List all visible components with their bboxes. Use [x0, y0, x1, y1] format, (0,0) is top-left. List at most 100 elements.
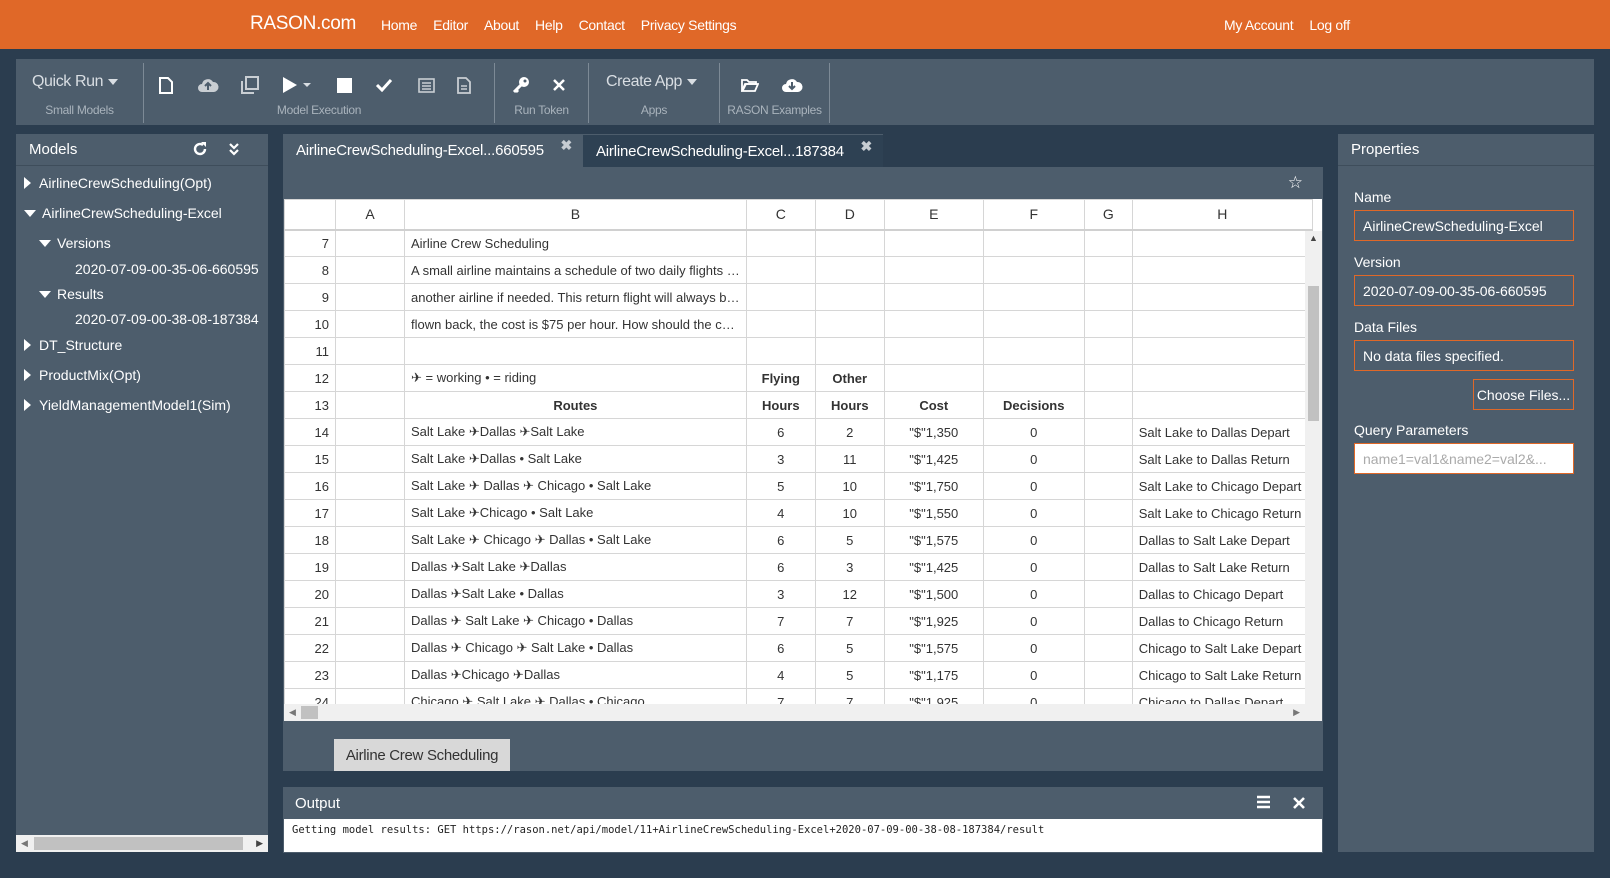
- data-files-field[interactable]: No data files specified.: [1354, 340, 1574, 371]
- cell-f[interactable]: 0: [982, 553, 1085, 581]
- close-icon[interactable]: [1293, 796, 1305, 814]
- cell-b[interactable]: A small airline maintains a schedule of …: [404, 256, 747, 284]
- column-header-c[interactable]: C: [745, 199, 816, 231]
- brand-logo[interactable]: RASON.com: [250, 13, 356, 35]
- spreadsheet-grid[interactable]: A B C D E F G H 7 Airline Crew Scheduling…: [284, 199, 1322, 721]
- cloud-upload-icon[interactable]: [196, 74, 220, 96]
- cell-a[interactable]: [335, 418, 405, 446]
- cell-d[interactable]: 3: [814, 553, 885, 581]
- column-header-f[interactable]: F: [982, 199, 1085, 231]
- list-icon[interactable]: [414, 74, 438, 96]
- cell-f[interactable]: [982, 337, 1085, 365]
- cell-h[interactable]: Salt Lake to Dallas Depart: [1131, 418, 1313, 446]
- cell-d[interactable]: 2: [814, 418, 885, 446]
- cell-g[interactable]: [1083, 634, 1133, 662]
- cell-c[interactable]: 4: [745, 499, 816, 527]
- cell-h[interactable]: Dallas to Chicago Depart: [1131, 580, 1313, 608]
- cell-a[interactable]: [335, 607, 405, 635]
- cell-e[interactable]: [883, 229, 984, 257]
- cell-h[interactable]: Chicago to Salt Lake Return: [1131, 661, 1313, 689]
- row-number[interactable]: 7: [284, 229, 336, 257]
- cell-g[interactable]: [1083, 580, 1133, 608]
- tree-item-result[interactable]: 2020-07-09-00-38-08-187384: [16, 308, 268, 330]
- cell-e[interactable]: "$"1,750: [883, 472, 984, 500]
- cell-f[interactable]: 0: [982, 499, 1085, 527]
- cell-d[interactable]: 12: [814, 580, 885, 608]
- cell-e[interactable]: [883, 337, 984, 365]
- cell-f[interactable]: [982, 283, 1085, 311]
- row-number[interactable]: 16: [284, 472, 336, 500]
- scroll-right-icon[interactable]: ▶: [256, 838, 263, 849]
- stop-icon[interactable]: [332, 74, 356, 96]
- cell-g[interactable]: [1083, 499, 1133, 527]
- cell-h[interactable]: [1131, 256, 1313, 284]
- cell-d[interactable]: [814, 256, 885, 284]
- name-field[interactable]: AirlineCrewScheduling-Excel: [1354, 210, 1574, 241]
- cell-e[interactable]: [883, 364, 984, 392]
- scroll-thumb[interactable]: [1308, 286, 1319, 421]
- cell-b[interactable]: [404, 337, 747, 365]
- cell-c[interactable]: [745, 256, 816, 284]
- cell-c[interactable]: [745, 310, 816, 338]
- cell-g[interactable]: [1083, 553, 1133, 581]
- cell-h[interactable]: Salt Lake to Dallas Return: [1131, 445, 1313, 473]
- row-number[interactable]: 17: [284, 499, 336, 527]
- scroll-left-icon[interactable]: ◀: [21, 838, 28, 849]
- cell-c[interactable]: Flying: [745, 364, 816, 392]
- copy-icon[interactable]: [238, 74, 262, 96]
- cell-h[interactable]: Dallas to Salt Lake Return: [1131, 553, 1313, 581]
- cell-c[interactable]: 6: [745, 418, 816, 446]
- cell-b[interactable]: Dallas ✈Salt Lake • Dallas: [404, 580, 747, 608]
- cell-c[interactable]: Hours: [745, 391, 816, 419]
- cell-d[interactable]: [814, 337, 885, 365]
- cell-e[interactable]: "$"1,500: [883, 580, 984, 608]
- cell-c[interactable]: 6: [745, 634, 816, 662]
- refresh-icon[interactable]: [192, 141, 208, 162]
- cell-c[interactable]: 4: [745, 661, 816, 689]
- cell-h[interactable]: Dallas to Salt Lake Depart: [1131, 526, 1313, 554]
- cell-b[interactable]: flown back, the cost is $75 per hour. Ho…: [404, 310, 747, 338]
- cell-f[interactable]: [982, 310, 1085, 338]
- tree-item-version[interactable]: 2020-07-09-00-35-06-660595: [16, 258, 268, 280]
- row-number[interactable]: 21: [284, 607, 336, 635]
- check-icon[interactable]: [372, 74, 396, 96]
- quick-run-button[interactable]: Quick Run: [32, 73, 119, 91]
- cell-c[interactable]: 5: [745, 472, 816, 500]
- cell-c[interactable]: [745, 229, 816, 257]
- cell-e[interactable]: [883, 310, 984, 338]
- cell-d[interactable]: Hours: [814, 391, 885, 419]
- cell-a[interactable]: [335, 526, 405, 554]
- cell-g[interactable]: [1083, 283, 1133, 311]
- key-icon[interactable]: [509, 74, 533, 96]
- close-icon[interactable]: [547, 74, 571, 96]
- cell-d[interactable]: [814, 229, 885, 257]
- cell-d[interactable]: Other: [814, 364, 885, 392]
- cell-h[interactable]: [1131, 283, 1313, 311]
- cell-e[interactable]: "$"1,175: [883, 661, 984, 689]
- tab-version[interactable]: AirlineCrewScheduling-Excel...660595 ✖: [283, 134, 583, 167]
- tree-item-versions[interactable]: Versions: [16, 228, 268, 258]
- collapse-all-icon[interactable]: [228, 142, 240, 161]
- cell-f[interactable]: Decisions: [982, 391, 1085, 419]
- cell-h[interactable]: [1131, 229, 1313, 257]
- cell-g[interactable]: [1083, 607, 1133, 635]
- cell-c[interactable]: [745, 337, 816, 365]
- cell-a[interactable]: [335, 391, 405, 419]
- cell-a[interactable]: [335, 256, 405, 284]
- models-horizontal-scrollbar[interactable]: ◀ ▶: [16, 835, 268, 852]
- cell-d[interactable]: 5: [814, 661, 885, 689]
- row-number[interactable]: 10: [284, 310, 336, 338]
- new-file-icon[interactable]: [154, 74, 178, 96]
- menu-icon[interactable]: [1256, 795, 1271, 814]
- row-number[interactable]: 11: [284, 337, 336, 365]
- document-icon[interactable]: [452, 74, 476, 96]
- cell-f[interactable]: [982, 256, 1085, 284]
- cell-b[interactable]: Salt Lake ✈Dallas ✈Salt Lake: [404, 418, 747, 446]
- tree-item-airlinecrewscheduling-opt[interactable]: AirlineCrewScheduling(Opt): [16, 168, 268, 198]
- tree-item-productmix[interactable]: ProductMix(Opt): [16, 360, 268, 390]
- cell-b[interactable]: Salt Lake ✈ Chicago ✈ Dallas • Salt Lake: [404, 526, 747, 554]
- cell-a[interactable]: [335, 310, 405, 338]
- scroll-up-icon[interactable]: ▲: [1309, 233, 1318, 243]
- cell-d[interactable]: 5: [814, 634, 885, 662]
- column-header-a[interactable]: A: [335, 199, 405, 231]
